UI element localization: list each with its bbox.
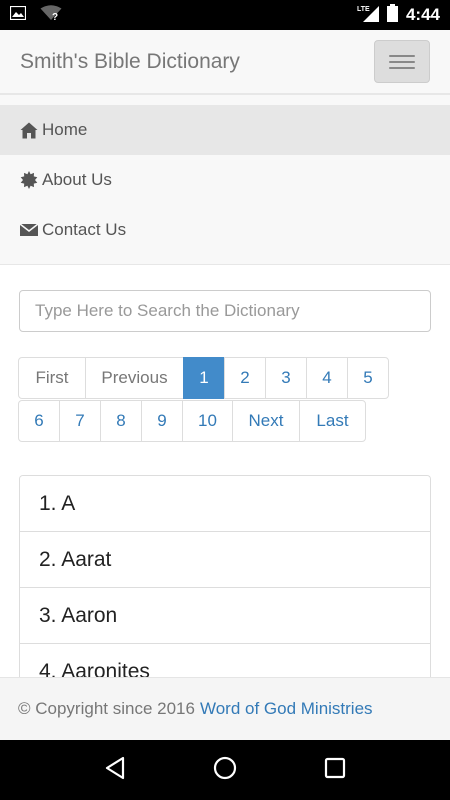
search-input[interactable] [19,290,431,332]
page-6-button[interactable]: 6 [18,400,60,442]
page-2-button[interactable]: 2 [224,357,266,399]
svg-text:?: ? [52,12,58,21]
battery-icon [386,3,398,27]
page-1-button[interactable]: 1 [183,357,225,399]
hamburger-icon [389,54,415,57]
home-circle-icon[interactable] [213,756,237,785]
dictionary-entry-list: 1. A 2. Aarat 3. Aaron 4. Aaronites [19,475,431,677]
menu-item-label: About Us [42,170,112,189]
page-previous-button[interactable]: Previous [85,357,184,399]
menu-item-label: Contact Us [42,220,127,239]
page-8-button[interactable]: 8 [100,400,142,442]
wifi-icon: ? [40,4,62,26]
nav-menu: Home About Us Contact Us [0,94,450,265]
page-first-button[interactable]: First [18,357,86,399]
pagination-row-1: First Previous 1 2 3 4 5 [18,357,389,399]
page-5-button[interactable]: 5 [347,357,389,399]
menu-item-contact-us[interactable]: Contact Us [0,205,450,255]
page-last-button[interactable]: Last [299,400,366,442]
certificate-icon [20,171,38,189]
copyright-text: © Copyright since 2016 [18,699,195,718]
envelope-icon [20,221,38,239]
list-item[interactable]: 3. Aaron [20,588,430,644]
menu-item-home[interactable]: Home [0,105,450,155]
page-3-button[interactable]: 3 [265,357,307,399]
list-item[interactable]: 1. A [20,476,430,532]
footer: © Copyright since 2016 Word of God Minis… [0,677,450,740]
ministry-link[interactable]: Word of God Ministries [200,699,373,719]
list-item[interactable]: 2. Aarat [20,532,430,588]
pagination-row-2: 6 7 8 9 10 Next Last [18,400,366,442]
list-item[interactable]: 4. Aaronites [20,644,430,677]
lte-signal-icon: LTE [357,4,379,27]
image-notification-icon [9,5,27,25]
recents-icon[interactable] [324,757,346,784]
clock: 4:44 [405,5,440,24]
home-icon [20,121,38,139]
system-navigation-bar [0,740,450,800]
page-9-button[interactable]: 9 [141,400,183,442]
page-10-button[interactable]: 10 [182,400,233,442]
svg-text:LTE: LTE [357,6,370,13]
status-bar: ? LTE 4:44 [0,0,450,30]
page-7-button[interactable]: 7 [59,400,101,442]
back-icon[interactable] [104,756,126,785]
brand-title[interactable]: Smith's Bible Dictionary [20,50,240,74]
menu-toggle-button[interactable] [374,40,430,83]
app-navbar: Smith's Bible Dictionary [0,30,450,94]
page-4-button[interactable]: 4 [306,357,348,399]
menu-item-label: Home [42,120,88,139]
page-next-button[interactable]: Next [232,400,300,442]
menu-item-about-us[interactable]: About Us [0,155,450,205]
